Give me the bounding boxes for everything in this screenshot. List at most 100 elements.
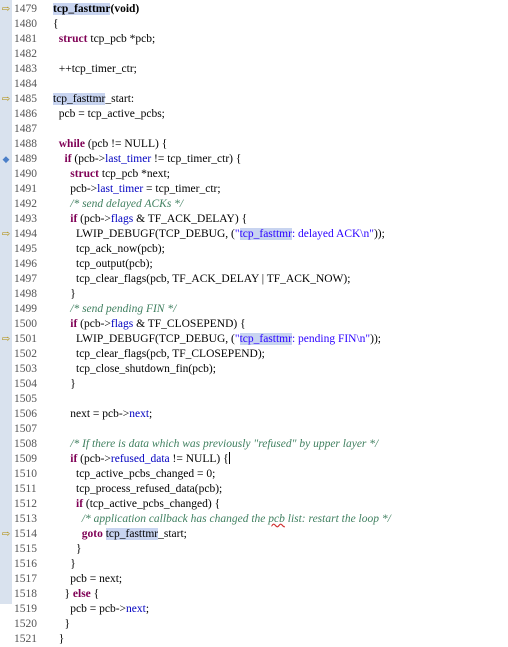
code-line[interactable]: 1495 tcp_ack_now(pcb);	[0, 242, 508, 257]
code-line[interactable]: 1490 struct tcp_pcb *next;	[0, 167, 508, 182]
code-line[interactable]: 1507	[0, 422, 508, 437]
code-line[interactable]: 1487	[0, 122, 508, 137]
line-number: 1496	[14, 258, 37, 270]
code-text[interactable]: /* application callback has changed the …	[53, 512, 391, 527]
code-text[interactable]: goto tcp_fasttmr_start;	[53, 527, 187, 542]
code-editor[interactable]: ⇨ 1479 tcp_fasttmr(void) 1480{1481 struct t…	[0, 0, 508, 645]
code-text[interactable]: pcb = next;	[53, 572, 122, 587]
code-line[interactable]: 1512 if (tcp_active_pcbs_changed) {	[0, 497, 508, 512]
code-text[interactable]: if (tcp_active_pcbs_changed) {	[53, 497, 220, 512]
code-text[interactable]: {	[53, 17, 59, 32]
code-line[interactable]: 1519 pcb = pcb->next;	[0, 602, 508, 617]
code-token: {	[90, 588, 100, 600]
occurrence-arrow-icon[interactable]: ⇨	[0, 92, 12, 107]
code-line[interactable]: 1482	[0, 47, 508, 62]
code-token: /* application callback has changed the	[81, 513, 269, 525]
code-text[interactable]: }	[53, 557, 76, 572]
code-text[interactable]: /* send pending FIN */	[53, 302, 176, 317]
code-line[interactable]: 1517 pcb = next;	[0, 572, 508, 587]
code-text[interactable]: if (pcb->last_timer != tcp_timer_ctr) {	[53, 152, 242, 167]
code-line[interactable]: 1481 struct tcp_pcb *pcb;	[0, 32, 508, 47]
code-line[interactable]: 1496 tcp_output(pcb);	[0, 257, 508, 272]
code-token: /* send pending FIN */	[70, 303, 177, 315]
code-line[interactable]: 1506 next = pcb->next;	[0, 407, 508, 422]
code-text[interactable]: } else {	[53, 587, 100, 602]
code-text[interactable]: LWIP_DEBUGF(TCP_DEBUG, ("tcp_fasttmr: pe…	[53, 332, 381, 347]
code-line[interactable]: 1508 /* If there is data which was previ…	[0, 437, 508, 452]
code-line[interactable]: 1502 tcp_clear_flags(pcb, TF_CLOSEPEND);	[0, 347, 508, 362]
code-line[interactable]: 1504 }	[0, 377, 508, 392]
code-line[interactable]: 1491 pcb->last_timer = tcp_timer_ctr;	[0, 182, 508, 197]
code-token: tcp_close_shutdown_fin(pcb);	[53, 363, 216, 375]
code-token: ;	[145, 603, 150, 615]
code-line[interactable]: 1486 pcb = tcp_active_pcbs;	[0, 107, 508, 122]
code-line[interactable]: 1497 tcp_clear_flags(pcb, TF_ACK_DELAY |…	[0, 272, 508, 287]
code-token: (tcp_active_pcbs_changed) {	[83, 498, 221, 510]
code-text[interactable]: pcb = pcb->next;	[53, 602, 149, 617]
code-line[interactable]: ⇨ 1514 goto tcp_fasttmr_start;	[0, 527, 508, 542]
code-line[interactable]: 1516 }	[0, 557, 508, 572]
code-line[interactable]: 1499 /* send pending FIN */	[0, 302, 508, 317]
code-line[interactable]: 1510 tcp_active_pcbs_changed = 0;	[0, 467, 508, 482]
occurrence-arrow-icon[interactable]: ⇨	[0, 332, 12, 347]
code-line[interactable]: 1498 }	[0, 287, 508, 302]
code-text[interactable]: tcp_fasttmr_start:	[53, 92, 134, 107]
code-text[interactable]: }	[53, 377, 76, 392]
code-line[interactable]: 1492 /* send delayed ACKs */	[0, 197, 508, 212]
code-line[interactable]: 1500 if (pcb->flags & TF_CLOSEPEND) {	[0, 317, 508, 332]
code-text[interactable]: pcb->last_timer = tcp_timer_ctr;	[53, 182, 220, 197]
breakpoint-icon[interactable]: ◆	[0, 152, 12, 167]
code-text[interactable]: if (pcb->refused_data != NULL) {	[53, 452, 230, 467]
code-line[interactable]: 1483 ++tcp_timer_ctr;	[0, 62, 508, 77]
code-text[interactable]: tcp_output(pcb);	[53, 257, 153, 272]
code-line[interactable]: 1521 }	[0, 632, 508, 647]
code-line[interactable]: 1484	[0, 77, 508, 92]
code-line[interactable]: 1503 tcp_close_shutdown_fin(pcb);	[0, 362, 508, 377]
code-line[interactable]: 1488 while (pcb != NULL) {	[0, 137, 508, 152]
code-text[interactable]: tcp_ack_now(pcb);	[53, 242, 165, 257]
code-text[interactable]: struct tcp_pcb *pcb;	[53, 32, 155, 47]
code-line[interactable]: ⇨ 1494 LWIP_DEBUGF(TCP_DEBUG, ("tcp_fastt…	[0, 227, 508, 242]
code-token: pcb	[268, 513, 285, 525]
code-text[interactable]: tcp_fasttmr(void)	[53, 2, 139, 17]
code-text[interactable]: }	[53, 617, 71, 632]
code-text[interactable]: }	[53, 632, 65, 647]
code-text[interactable]: }	[53, 542, 82, 557]
code-text[interactable]: ++tcp_timer_ctr;	[53, 62, 137, 77]
code-token: last_timer	[97, 183, 144, 195]
code-text[interactable]: /* send delayed ACKs */	[53, 197, 183, 212]
occurrence-arrow-icon[interactable]: ⇨	[0, 527, 12, 542]
code-text[interactable]: tcp_active_pcbs_changed = 0;	[53, 467, 215, 482]
code-token: tcp_active_pcbs_changed = 0;	[53, 468, 216, 480]
code-line[interactable]: 1505	[0, 392, 508, 407]
code-line[interactable]: ⇨ 1501 LWIP_DEBUGF(TCP_DEBUG, ("tcp_fastt…	[0, 332, 508, 347]
occurrence-arrow-icon[interactable]: ⇨	[0, 2, 12, 17]
line-number: 1516	[14, 558, 37, 570]
code-line[interactable]: ◆ 1489 if (pcb->last_timer != tcp_timer_c…	[0, 152, 508, 167]
code-text[interactable]: tcp_clear_flags(pcb, TF_ACK_DELAY | TF_A…	[53, 272, 350, 287]
code-text[interactable]: /* If there is data which was previously…	[53, 437, 378, 452]
code-line[interactable]: 1493 if (pcb->flags & TF_ACK_DELAY) {	[0, 212, 508, 227]
code-text[interactable]: tcp_clear_flags(pcb, TF_CLOSEPEND);	[53, 347, 265, 362]
code-text[interactable]: if (pcb->flags & TF_ACK_DELAY) {	[53, 212, 247, 227]
code-line[interactable]: 1515 }	[0, 542, 508, 557]
code-text[interactable]: pcb = tcp_active_pcbs;	[53, 107, 165, 122]
code-text[interactable]: while (pcb != NULL) {	[53, 137, 167, 152]
code-text[interactable]: if (pcb->flags & TF_CLOSEPEND) {	[53, 317, 245, 332]
code-line[interactable]: 1509 if (pcb->refused_data != NULL) {	[0, 452, 508, 467]
code-text[interactable]: }	[53, 287, 76, 302]
code-text[interactable]: LWIP_DEBUGF(TCP_DEBUG, ("tcp_fasttmr: de…	[53, 227, 385, 242]
code-line[interactable]: 1518 } else {	[0, 587, 508, 602]
code-text[interactable]: tcp_process_refused_data(pcb);	[53, 482, 222, 497]
code-token: ;	[149, 408, 153, 420]
code-line[interactable]: 1520 }	[0, 617, 508, 632]
code-text[interactable]: struct tcp_pcb *next;	[53, 167, 170, 182]
code-text[interactable]: tcp_close_shutdown_fin(pcb);	[53, 362, 216, 377]
code-line[interactable]: 1511 tcp_process_refused_data(pcb);	[0, 482, 508, 497]
code-line[interactable]: ⇨ 1485 tcp_fasttmr_start:	[0, 92, 508, 107]
code-line[interactable]: 1480 {	[0, 17, 508, 32]
code-line[interactable]: 1513 /* application callback has changed…	[0, 512, 508, 527]
occurrence-arrow-icon[interactable]: ⇨	[0, 227, 12, 242]
code-line[interactable]: ⇨ 1479 tcp_fasttmr(void)	[0, 2, 508, 17]
code-text[interactable]: next = pcb->next;	[53, 407, 152, 422]
